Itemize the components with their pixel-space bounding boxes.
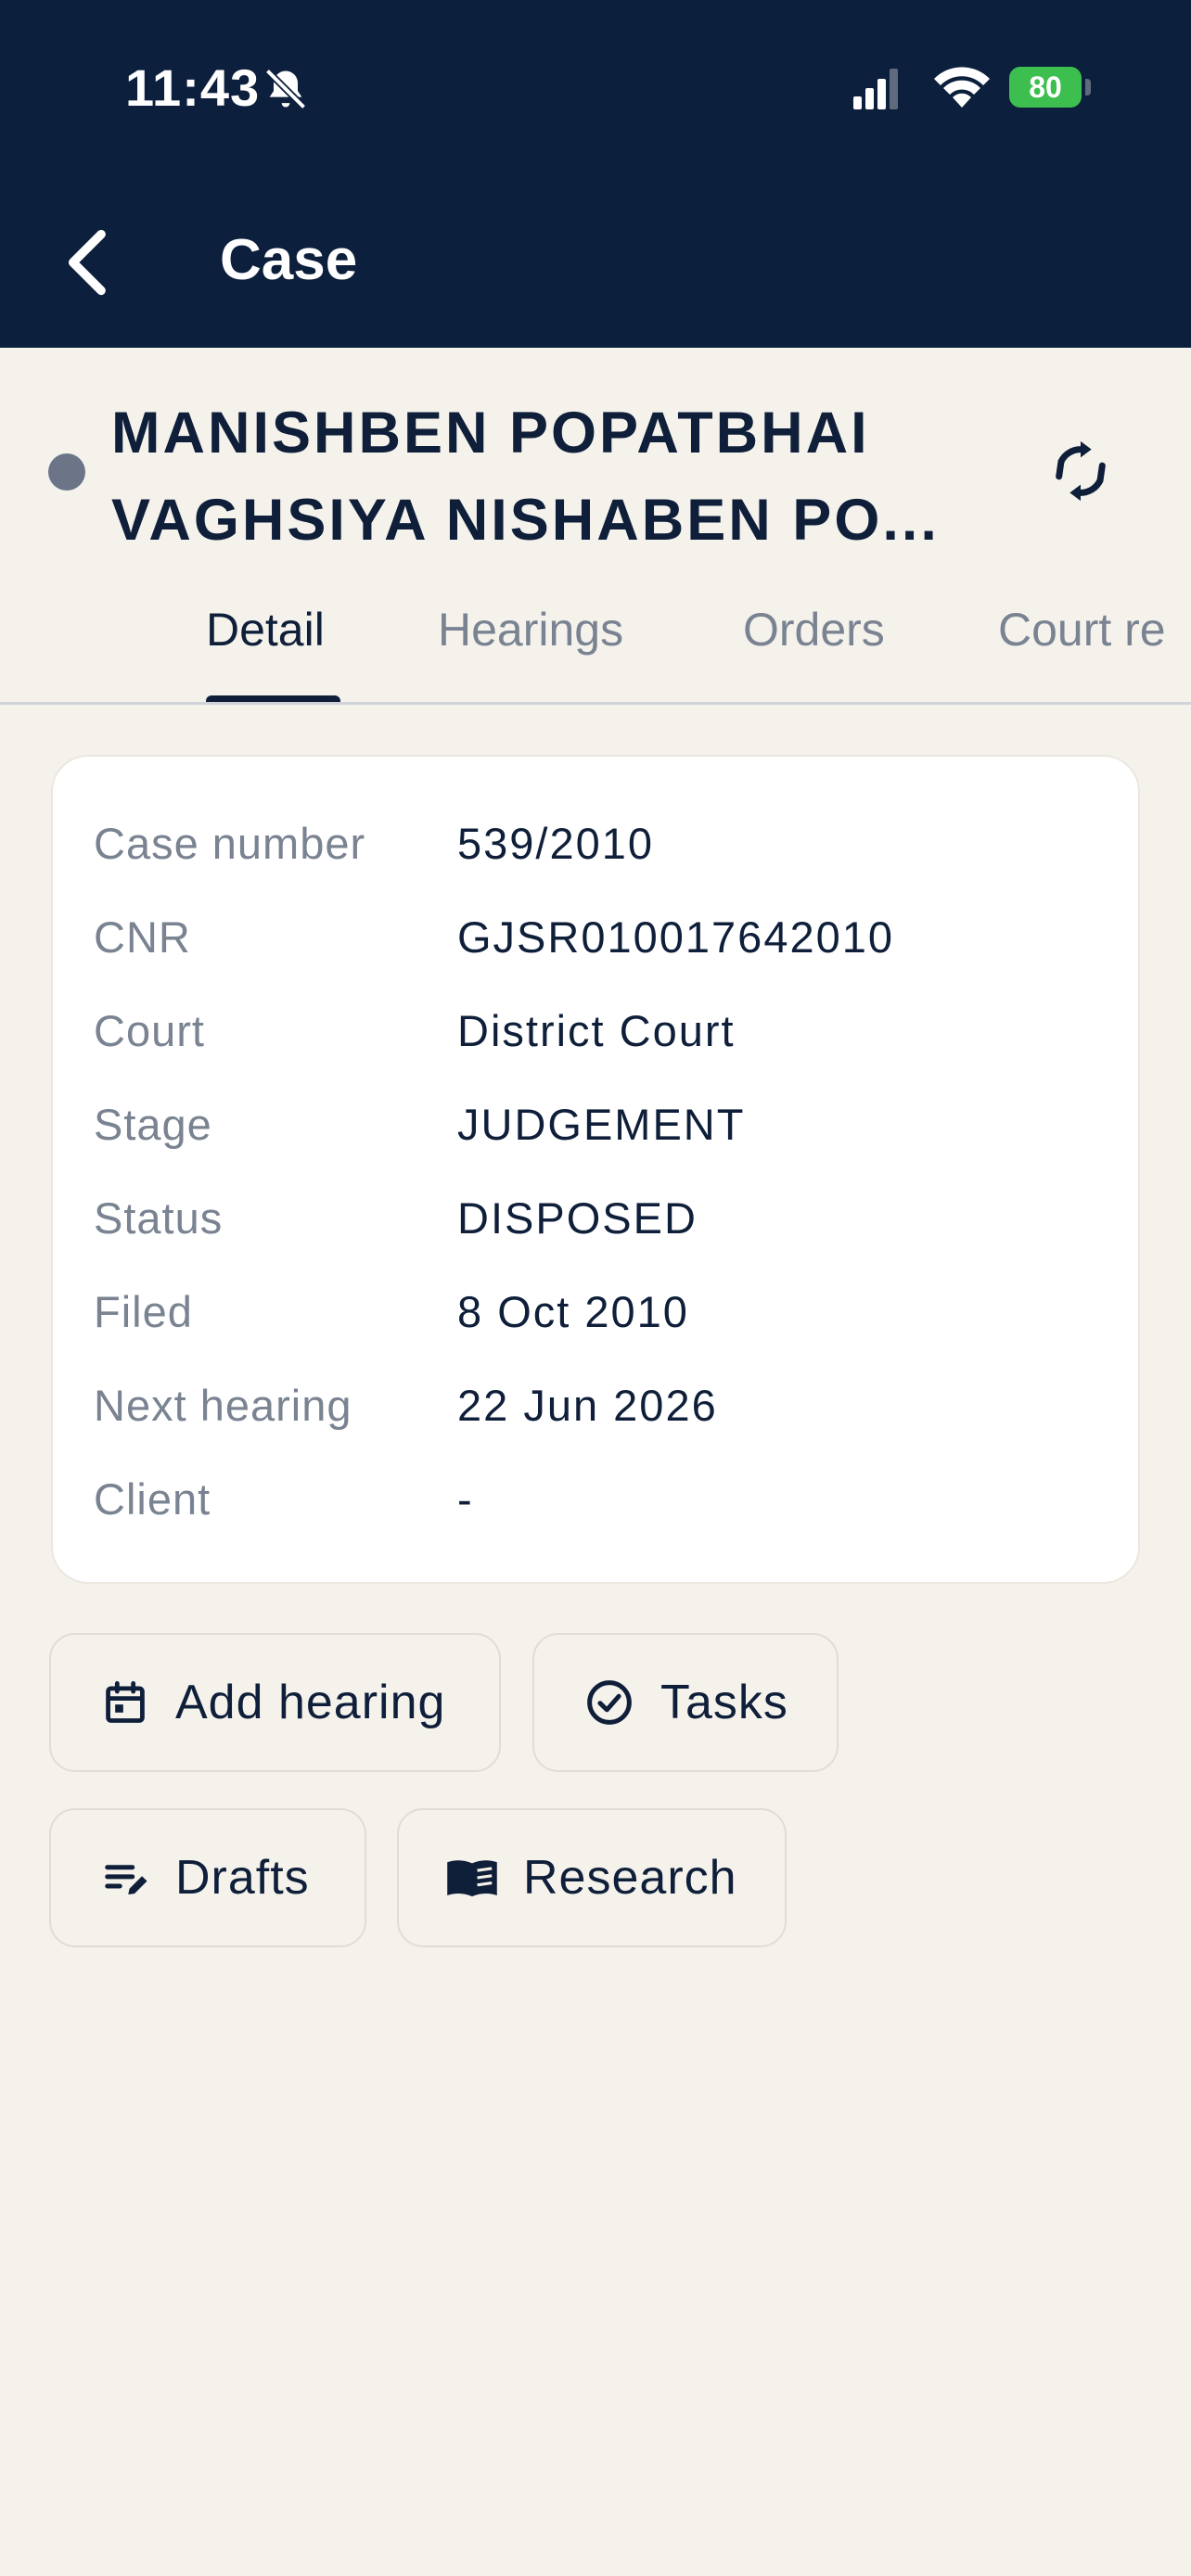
- tasks-label: Tasks: [660, 1676, 788, 1729]
- page-title: Case: [220, 228, 358, 292]
- detail-value: 22 Jun 2026: [457, 1381, 718, 1430]
- book-icon: [447, 1860, 497, 1897]
- detail-row: Stage JUDGEMENT: [94, 1099, 1105, 1154]
- detail-value: -: [457, 1474, 474, 1524]
- detail-row: Filed 8 Oct 2010: [94, 1286, 1105, 1342]
- cellular-signal-icon: [853, 69, 898, 109]
- add-hearing-label: Add hearing: [175, 1676, 446, 1729]
- detail-label: Client: [94, 1474, 211, 1524]
- active-tab-indicator: [206, 695, 340, 702]
- drafts-button[interactable]: Drafts: [49, 1808, 366, 1947]
- detail-row: CNR GJSR010017642010: [94, 912, 1105, 967]
- case-title: MANISHBEN POPATBHAI VAGHSIYA NISHABEN PO…: [111, 389, 1002, 564]
- detail-label: Status: [94, 1193, 224, 1243]
- detail-value: 8 Oct 2010: [457, 1287, 689, 1336]
- tab-court-records[interactable]: Court re: [998, 603, 1166, 657]
- detail-label: Court: [94, 1006, 205, 1055]
- wifi-icon: [934, 67, 990, 108]
- battery-tip: [1085, 79, 1091, 96]
- detail-label: Filed: [94, 1287, 193, 1336]
- case-tabs: Detail Hearings Orders Court re: [0, 593, 1191, 705]
- detail-value: District Court: [457, 1006, 736, 1055]
- app-header: [0, 0, 1191, 348]
- detail-value: 539/2010: [457, 819, 655, 868]
- tab-detail[interactable]: Detail: [206, 603, 325, 657]
- edit-note-icon: [105, 1865, 147, 1894]
- research-button[interactable]: Research: [397, 1808, 787, 1947]
- detail-value: JUDGEMENT: [457, 1100, 746, 1149]
- bell-off-icon: [264, 68, 307, 110]
- detail-row: Court District Court: [94, 1005, 1105, 1061]
- case-title-line-1: MANISHBEN POPATBHAI: [111, 401, 870, 465]
- detail-value: DISPOSED: [457, 1193, 698, 1243]
- detail-row: Next hearing 22 Jun 2026: [94, 1380, 1105, 1435]
- detail-value: GJSR010017642010: [457, 912, 895, 962]
- check-circle-icon: [587, 1680, 632, 1725]
- tab-orders[interactable]: Orders: [743, 603, 885, 657]
- chevron-left-icon[interactable]: [58, 227, 113, 298]
- battery-charging-icon: 80: [1009, 67, 1082, 108]
- tab-hearings[interactable]: Hearings: [438, 603, 623, 657]
- case-title-line-2: VAGHSIYA NISHABEN PO...: [111, 488, 940, 553]
- case-status-dot: [48, 453, 85, 491]
- detail-row: Case number 539/2010: [94, 818, 1105, 874]
- detail-label: Stage: [94, 1100, 212, 1149]
- detail-label: Next hearing: [94, 1381, 352, 1430]
- sync-icon[interactable]: [1048, 436, 1113, 506]
- battery-level: 80: [1009, 67, 1082, 108]
- drafts-label: Drafts: [175, 1851, 310, 1905]
- detail-label: CNR: [94, 912, 191, 962]
- case-details-card: Case number 539/2010 CNR GJSR01001764201…: [51, 755, 1140, 1584]
- tasks-button[interactable]: Tasks: [532, 1633, 839, 1772]
- detail-row: Client -: [94, 1473, 1105, 1529]
- status-time: 11:43: [125, 58, 261, 117]
- detail-label: Case number: [94, 819, 366, 868]
- calendar-icon: [106, 1681, 145, 1723]
- research-label: Research: [523, 1851, 737, 1905]
- add-hearing-button[interactable]: Add hearing: [49, 1633, 501, 1772]
- detail-row: Status DISPOSED: [94, 1192, 1105, 1248]
